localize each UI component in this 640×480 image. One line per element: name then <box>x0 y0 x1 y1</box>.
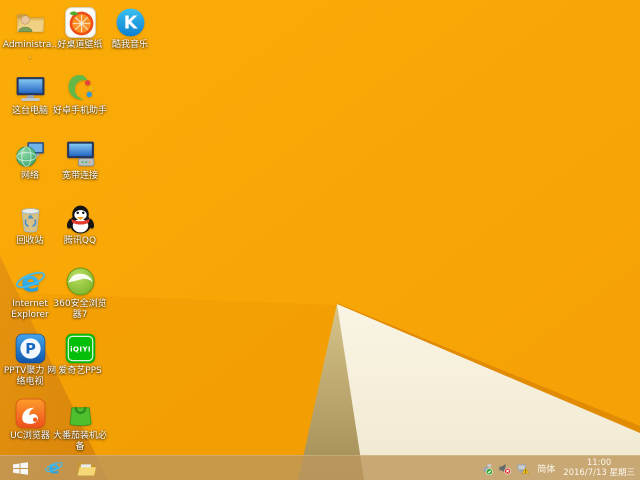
system-tray: 简体 11:00 2016/7/13 星期三 <box>480 456 637 480</box>
pptv-icon: P <box>15 333 45 364</box>
orange-slice-icon <box>64 7 96 38</box>
desktop-icon-tencent-qq[interactable]: 腾讯QQ <box>52 202 108 247</box>
recycle-bin-icon <box>21 208 39 233</box>
clock-date: 2016/7/13 星期三 <box>563 468 635 478</box>
clock-time: 11:00 <box>586 458 612 468</box>
qq-penguin-icon <box>66 205 94 234</box>
icon-label: 360安全浏览器7 <box>53 299 107 320</box>
desktop-icon-phone-assistant[interactable]: 好卓手机助手 <box>52 72 108 117</box>
uc-squirrel-icon <box>15 398 45 429</box>
icon-label: Internet Explorer <box>11 299 49 320</box>
desktop-icon-pptv[interactable]: P PPTV聚力 网络电视 <box>2 332 58 388</box>
icon-label: 酷我音乐 <box>111 40 148 50</box>
icon-label: 网络 <box>20 171 39 181</box>
desktop-icon-recycle-bin[interactable]: 回收站 <box>2 202 58 247</box>
desktop-icon-360-browser[interactable]: 360安全浏览器7 <box>52 265 108 321</box>
green-swirl-icon <box>68 74 93 100</box>
desktop-icon-internet-explorer[interactable]: e Internet Explorer <box>2 265 58 321</box>
360-browser-icon <box>66 267 94 296</box>
iqiyi-icon: iQIYI <box>65 333 95 364</box>
taskbar: e 简体 11:00 2016/7/13 星期三 <box>0 455 640 480</box>
taskbar-ie-button[interactable]: e <box>40 456 68 480</box>
icon-label: 宽带连接 <box>61 171 98 181</box>
ie-icon: e <box>45 458 63 478</box>
computer-icon <box>16 77 44 101</box>
user-folder-icon <box>16 14 44 33</box>
desktop-icon-broadband[interactable]: 宽带连接 <box>52 137 108 182</box>
windows-logo-icon <box>12 461 28 475</box>
icon-label: PPTV聚力 网络电视 <box>3 366 57 387</box>
svg-text:P: P <box>25 342 36 358</box>
desktop-icon-kuwo-music[interactable]: K 酷我音乐 <box>102 6 158 51</box>
icon-label: 回收站 <box>16 236 44 246</box>
volume-muted-icon[interactable] <box>498 462 512 475</box>
desktop-icon-network[interactable]: 网络 <box>2 137 58 182</box>
svg-text:iQIYI: iQIYI <box>70 345 91 354</box>
icon-label: 爱奇艺PPS <box>58 366 102 376</box>
taskbar-file-explorer-button[interactable] <box>72 456 100 480</box>
svg-text:K: K <box>123 14 138 34</box>
broadband-icon <box>66 141 94 167</box>
icon-label: 好桌道壁纸 <box>57 40 103 50</box>
desktop-icon-haozhuodao[interactable]: 好桌道壁纸 <box>52 6 108 51</box>
network-warning-icon[interactable] <box>516 462 530 475</box>
icon-label: 好卓手机助手 <box>52 106 107 116</box>
desktop-icon-iqiyi-pps[interactable]: iQIYI 爱奇艺PPS <box>52 332 108 377</box>
icon-label: 大番茄装机必备 <box>52 431 107 452</box>
icon-label: UC浏览器 <box>10 431 50 441</box>
desktop-icon-big-tomato[interactable]: 大番茄装机必备 <box>52 397 108 453</box>
network-globe-icon <box>15 142 44 167</box>
start-button[interactable] <box>6 456 34 480</box>
usb-safely-remove-icon[interactable] <box>480 462 493 475</box>
folder-icon <box>77 462 96 475</box>
icon-label: 这台电脑 <box>11 106 48 116</box>
svg-text:e: e <box>48 458 59 478</box>
desktop-icon-this-pc[interactable]: 这台电脑 <box>2 72 58 117</box>
green-bag-icon <box>69 406 92 426</box>
desktop-icon-uc-browser[interactable]: UC浏览器 <box>2 397 58 442</box>
kuwo-k-icon: K <box>116 8 144 37</box>
desktop-icon-administrator[interactable]: Administra... <box>2 6 58 62</box>
icon-label: Administra... <box>2 40 58 61</box>
clock[interactable]: 11:00 2016/7/13 星期三 <box>563 458 637 478</box>
input-method-indicator[interactable]: 简体 <box>534 462 558 475</box>
icon-label: 腾讯QQ <box>63 236 97 246</box>
ie-icon: e <box>15 265 45 298</box>
